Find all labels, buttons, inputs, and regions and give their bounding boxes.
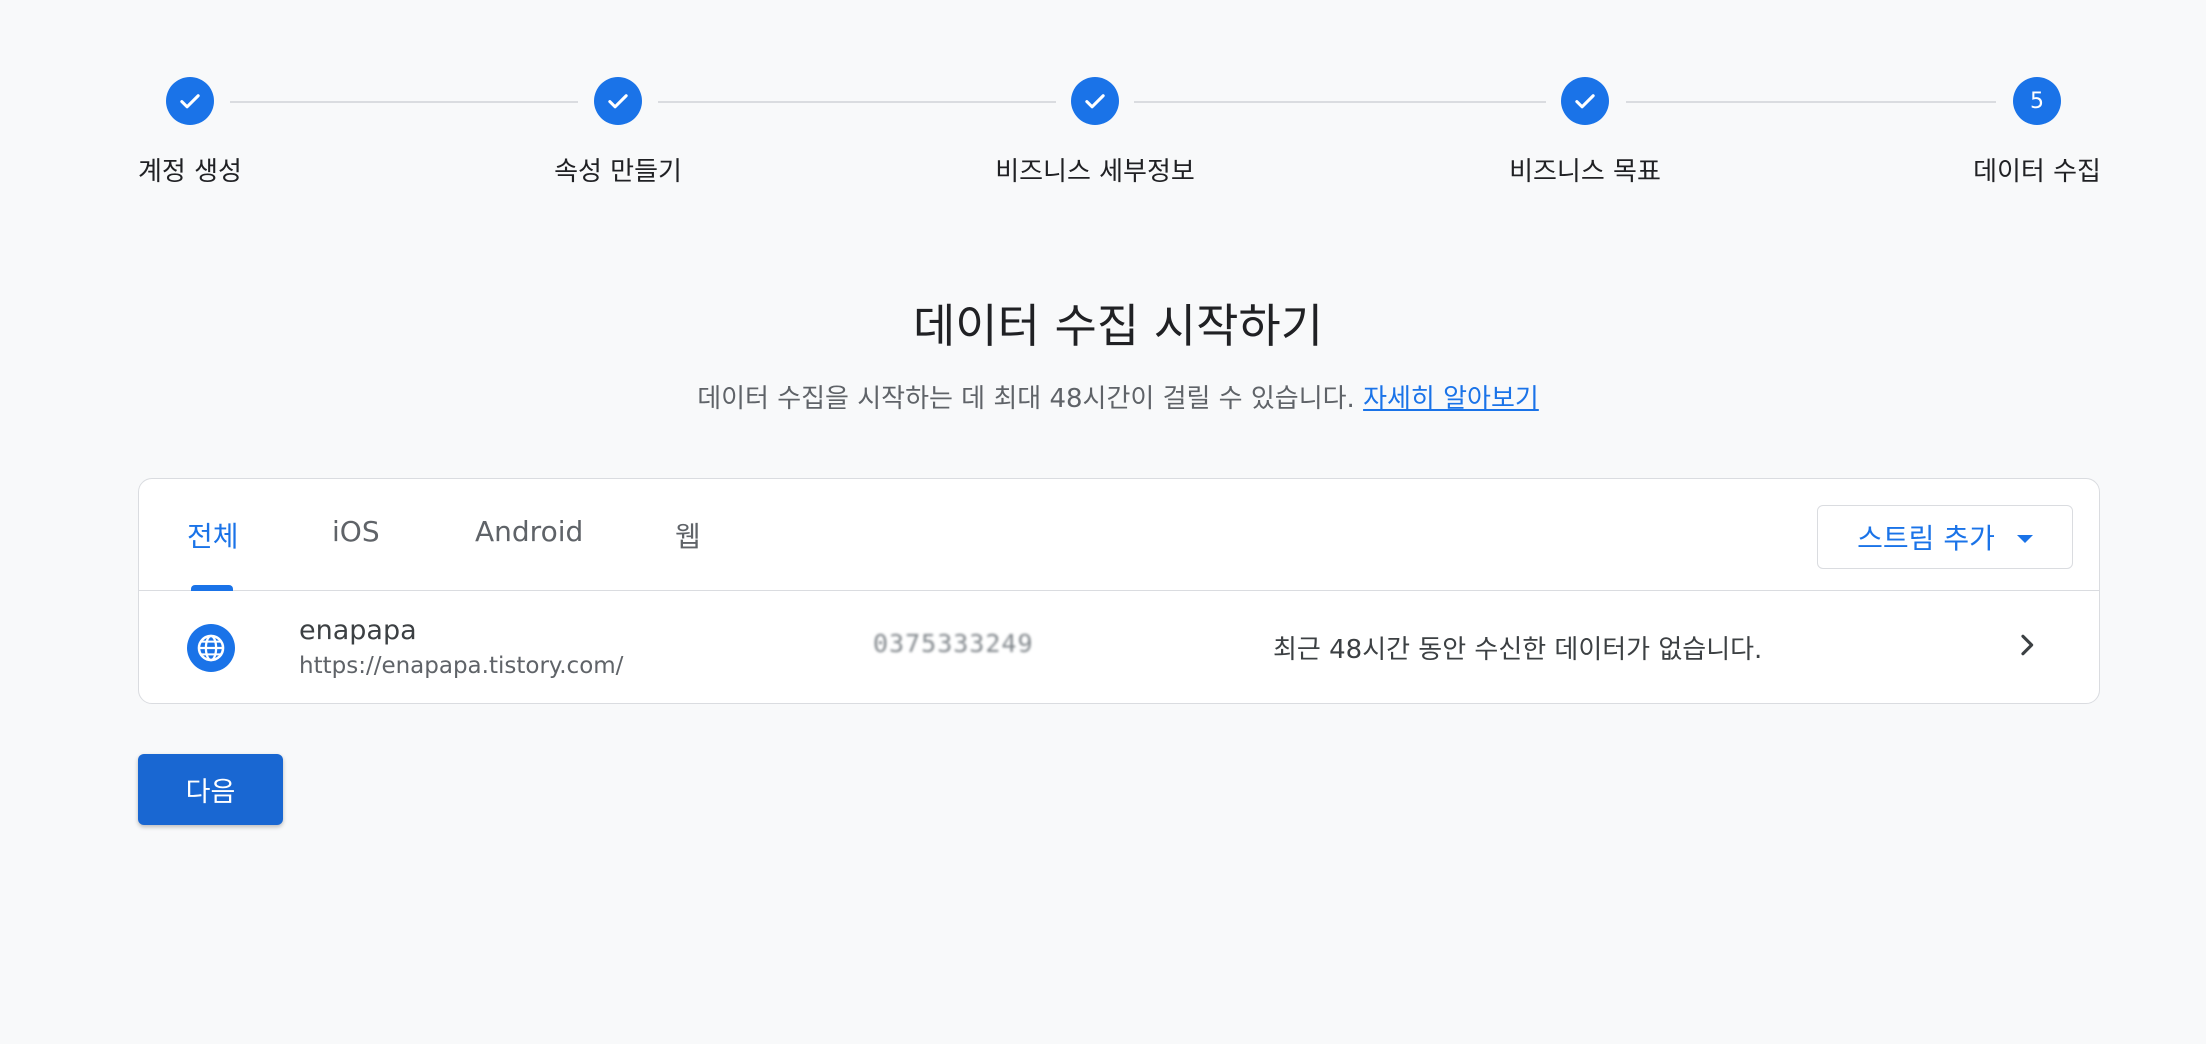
stream-url: https://enapapa.tistory.com/ — [299, 653, 624, 679]
chevron-right-icon[interactable] — [2013, 631, 2041, 659]
page-subtitle: 데이터 수집을 시작하는 데 최대 48시간이 걸릴 수 있습니다. 자세히 알… — [0, 378, 2206, 415]
step-label: 비즈니스 세부정보 — [995, 157, 1195, 187]
tab-web[interactable]: 웹 — [675, 515, 701, 555]
step-business-details: 비즈니스 세부정보 — [945, 77, 1245, 188]
step-label: 속성 만들기 — [554, 157, 682, 187]
step-label: 데이터 수집 — [1973, 157, 2101, 187]
step-complete-check-icon — [166, 77, 214, 125]
stream-id: 0375333249 — [873, 629, 1034, 658]
step-create-property: 속성 만들기 — [468, 77, 768, 188]
next-button[interactable]: 다음 — [138, 754, 283, 825]
step-complete-check-icon — [594, 77, 642, 125]
step-label: 계정 생성 — [138, 157, 242, 187]
tab-all[interactable]: 전체 — [187, 515, 239, 555]
step-label: 비즈니스 목표 — [1509, 157, 1661, 187]
add-stream-label: 스트림 추가 — [1857, 522, 1995, 555]
learn-more-link[interactable]: 자세히 알아보기 — [1363, 384, 1539, 414]
add-stream-dropdown-button[interactable]: 스트림 추가 — [1817, 505, 2073, 569]
stream-status: 최근 48시간 동안 수신한 데이터가 없습니다. — [1273, 635, 1763, 665]
tab-ios[interactable]: iOS — [332, 515, 380, 548]
stream-name: enapapa — [299, 615, 417, 646]
progress-stepper: 계정 생성 속성 만들기 비즈니스 세부정보 비즈니스 목표 5 데이터 수집 — [0, 0, 2206, 200]
page-title: 데이터 수집 시작하기 — [912, 299, 1324, 353]
data-streams-card: 전체 iOS Android 웹 스트림 추가 enapapa https://… — [138, 478, 2100, 704]
step-complete-check-icon — [1561, 77, 1609, 125]
tab-android[interactable]: Android — [475, 515, 583, 548]
platform-tabs: 전체 iOS Android 웹 스트림 추가 — [139, 479, 2099, 591]
step-business-objectives: 비즈니스 목표 — [1435, 77, 1735, 188]
step-number-badge: 5 — [2013, 77, 2061, 125]
step-complete-check-icon — [1071, 77, 1119, 125]
step-create-account: 계정 생성 — [40, 77, 340, 188]
stream-row[interactable]: enapapa https://enapapa.tistory.com/ 037… — [139, 591, 2099, 703]
globe-icon — [187, 624, 235, 672]
step-data-collection: 5 데이터 수집 — [1887, 77, 2187, 188]
caret-down-icon — [2016, 535, 2033, 543]
subtitle-text: 데이터 수집을 시작하는 데 최대 48시간이 걸릴 수 있습니다. — [697, 384, 1355, 414]
